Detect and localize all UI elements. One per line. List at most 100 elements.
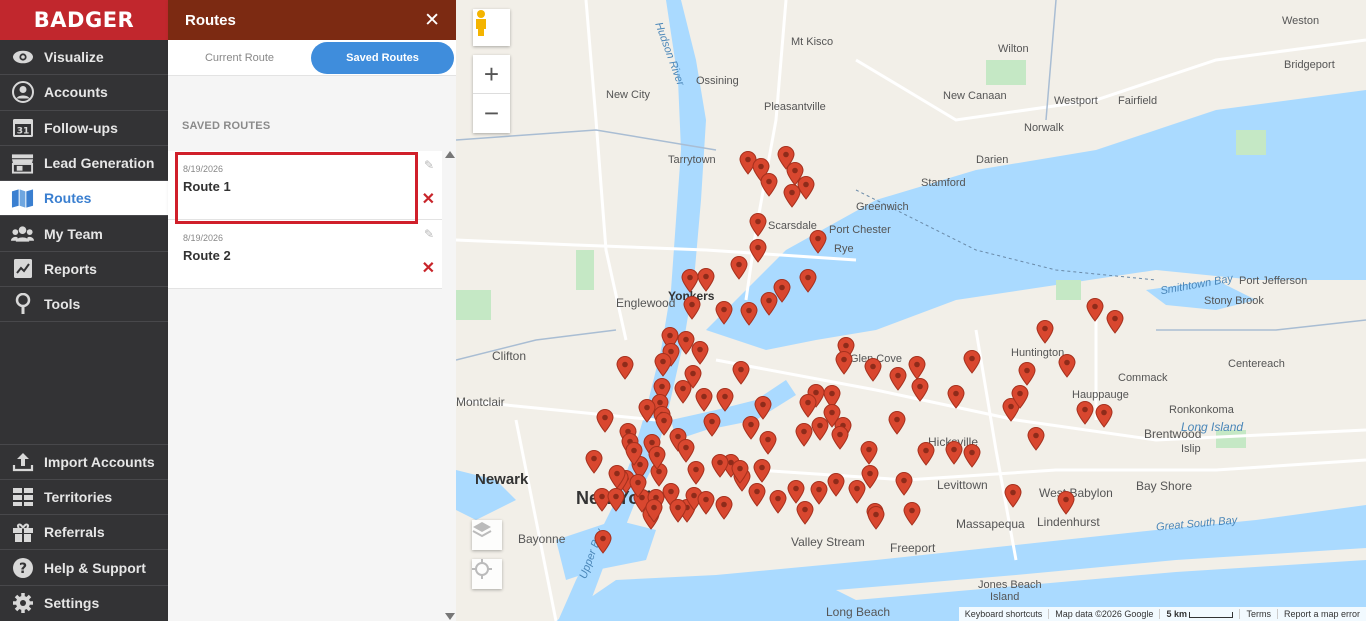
location-pin-icon[interactable] [835, 351, 853, 375]
location-pin-icon[interactable] [711, 454, 729, 478]
location-pin-icon[interactable] [963, 350, 981, 374]
location-pin-icon[interactable] [585, 450, 603, 474]
location-pin-icon[interactable] [1011, 385, 1029, 409]
street-view-icon[interactable] [473, 9, 510, 46]
location-pin-icon[interactable] [1018, 362, 1036, 386]
location-pin-icon[interactable] [616, 356, 634, 380]
location-pin-icon[interactable] [703, 413, 721, 437]
location-pin-icon[interactable] [608, 465, 626, 489]
location-pin-icon[interactable] [787, 480, 805, 504]
nav-lead-generation[interactable]: Lead Generation [0, 146, 168, 182]
location-pin-icon[interactable] [674, 380, 692, 404]
location-pin-icon[interactable] [1058, 354, 1076, 378]
scroll-down-icon[interactable] [445, 613, 455, 620]
location-pin-icon[interactable] [715, 301, 733, 325]
pencil-icon[interactable]: ✎ [424, 227, 434, 241]
location-pin-icon[interactable] [749, 239, 767, 263]
nav-tools[interactable]: Tools [0, 287, 168, 323]
nav-settings[interactable]: Settings [0, 586, 168, 621]
location-pin-icon[interactable] [908, 356, 926, 380]
location-pin-icon[interactable] [860, 441, 878, 465]
keyboard-shortcuts-link[interactable]: Keyboard shortcuts [959, 609, 1049, 619]
zoom-in-button[interactable]: + [473, 55, 510, 94]
nav-help-support[interactable]: ? Help & Support [0, 550, 168, 586]
location-pin-icon[interactable] [697, 491, 715, 515]
location-pin-icon[interactable] [1057, 491, 1075, 515]
location-pin-icon[interactable] [864, 358, 882, 382]
location-pin-icon[interactable] [749, 213, 767, 237]
location-pin-icon[interactable] [648, 446, 666, 470]
location-pin-icon[interactable] [645, 499, 663, 523]
location-pin-icon[interactable] [1004, 484, 1022, 508]
location-pin-icon[interactable] [799, 394, 817, 418]
tab-current-route[interactable]: Current Route [168, 42, 311, 74]
location-pin-icon[interactable] [769, 490, 787, 514]
logo[interactable]: BADGER [0, 0, 168, 40]
location-pin-icon[interactable] [683, 296, 701, 320]
location-pin-icon[interactable] [1095, 404, 1113, 428]
nav-routes[interactable]: Routes [0, 181, 168, 217]
location-pin-icon[interactable] [625, 442, 643, 466]
location-pin-icon[interactable] [1027, 427, 1045, 451]
location-pin-icon[interactable] [654, 353, 672, 377]
location-pin-icon[interactable] [963, 444, 981, 468]
nav-referrals[interactable]: Referrals [0, 515, 168, 551]
scroll-up-icon[interactable] [445, 151, 455, 158]
nav-territories[interactable]: Territories [0, 480, 168, 516]
location-pin-icon[interactable] [759, 431, 777, 455]
location-pin-icon[interactable] [917, 442, 935, 466]
map[interactable]: Mt Kisco Wilton Weston Bridgeport Ossini… [456, 0, 1366, 621]
location-pin-icon[interactable] [867, 506, 885, 530]
location-pin-icon[interactable] [715, 496, 733, 520]
location-pin-icon[interactable] [697, 268, 715, 292]
report-map-error-link[interactable]: Report a map error [1276, 609, 1366, 619]
location-pin-icon[interactable] [888, 411, 906, 435]
location-pin-icon[interactable] [687, 461, 705, 485]
location-pin-icon[interactable] [831, 426, 849, 450]
nav-import-accounts[interactable]: Import Accounts [0, 445, 168, 480]
location-pin-icon[interactable] [731, 460, 749, 484]
location-pin-icon[interactable] [1076, 401, 1094, 425]
location-pin-icon[interactable] [903, 502, 921, 526]
location-pin-icon[interactable] [732, 361, 750, 385]
location-pin-icon[interactable] [607, 488, 625, 512]
route-name[interactable]: Route 1 [183, 179, 442, 194]
location-pin-icon[interactable] [889, 367, 907, 391]
location-pin-icon[interactable] [629, 474, 647, 498]
list-item[interactable]: 8/19/2026 Route 1 ✎ ✕ [168, 151, 442, 220]
scrollbar[interactable] [442, 151, 456, 621]
location-pin-icon[interactable] [848, 480, 866, 504]
zoom-out-button[interactable]: − [473, 94, 510, 133]
location-pin-icon[interactable] [716, 388, 734, 412]
location-pin-icon[interactable] [740, 302, 758, 326]
location-pin-icon[interactable] [895, 472, 913, 496]
nav-reports[interactable]: Reports [0, 252, 168, 288]
pencil-icon[interactable]: ✎ [424, 158, 434, 172]
location-pin-icon[interactable] [695, 388, 713, 412]
location-pin-icon[interactable] [596, 409, 614, 433]
nav-accounts[interactable]: Accounts [0, 75, 168, 111]
tab-saved-routes[interactable]: Saved Routes [311, 41, 454, 74]
nav-my-team[interactable]: My Team [0, 216, 168, 252]
location-pin-icon[interactable] [947, 385, 965, 409]
location-pin-icon[interactable] [773, 279, 791, 303]
location-pin-icon[interactable] [827, 473, 845, 497]
location-pin-icon[interactable] [945, 441, 963, 465]
location-pin-icon[interactable] [730, 256, 748, 280]
location-pin-icon[interactable] [1106, 310, 1124, 334]
location-pin-icon[interactable] [783, 184, 801, 208]
locate-icon[interactable] [472, 559, 502, 589]
delete-icon[interactable]: ✕ [422, 258, 435, 278]
location-pin-icon[interactable] [809, 230, 827, 254]
location-pin-icon[interactable] [1086, 298, 1104, 322]
location-pin-icon[interactable] [681, 269, 699, 293]
layers-icon[interactable] [472, 520, 502, 550]
location-pin-icon[interactable] [810, 481, 828, 505]
location-pin-icon[interactable] [1036, 320, 1054, 344]
location-pin-icon[interactable] [638, 399, 656, 423]
location-pin-icon[interactable] [677, 439, 695, 463]
location-pin-icon[interactable] [760, 173, 778, 197]
location-pin-icon[interactable] [753, 459, 771, 483]
location-pin-icon[interactable] [594, 530, 612, 554]
location-pin-icon[interactable] [691, 341, 709, 365]
